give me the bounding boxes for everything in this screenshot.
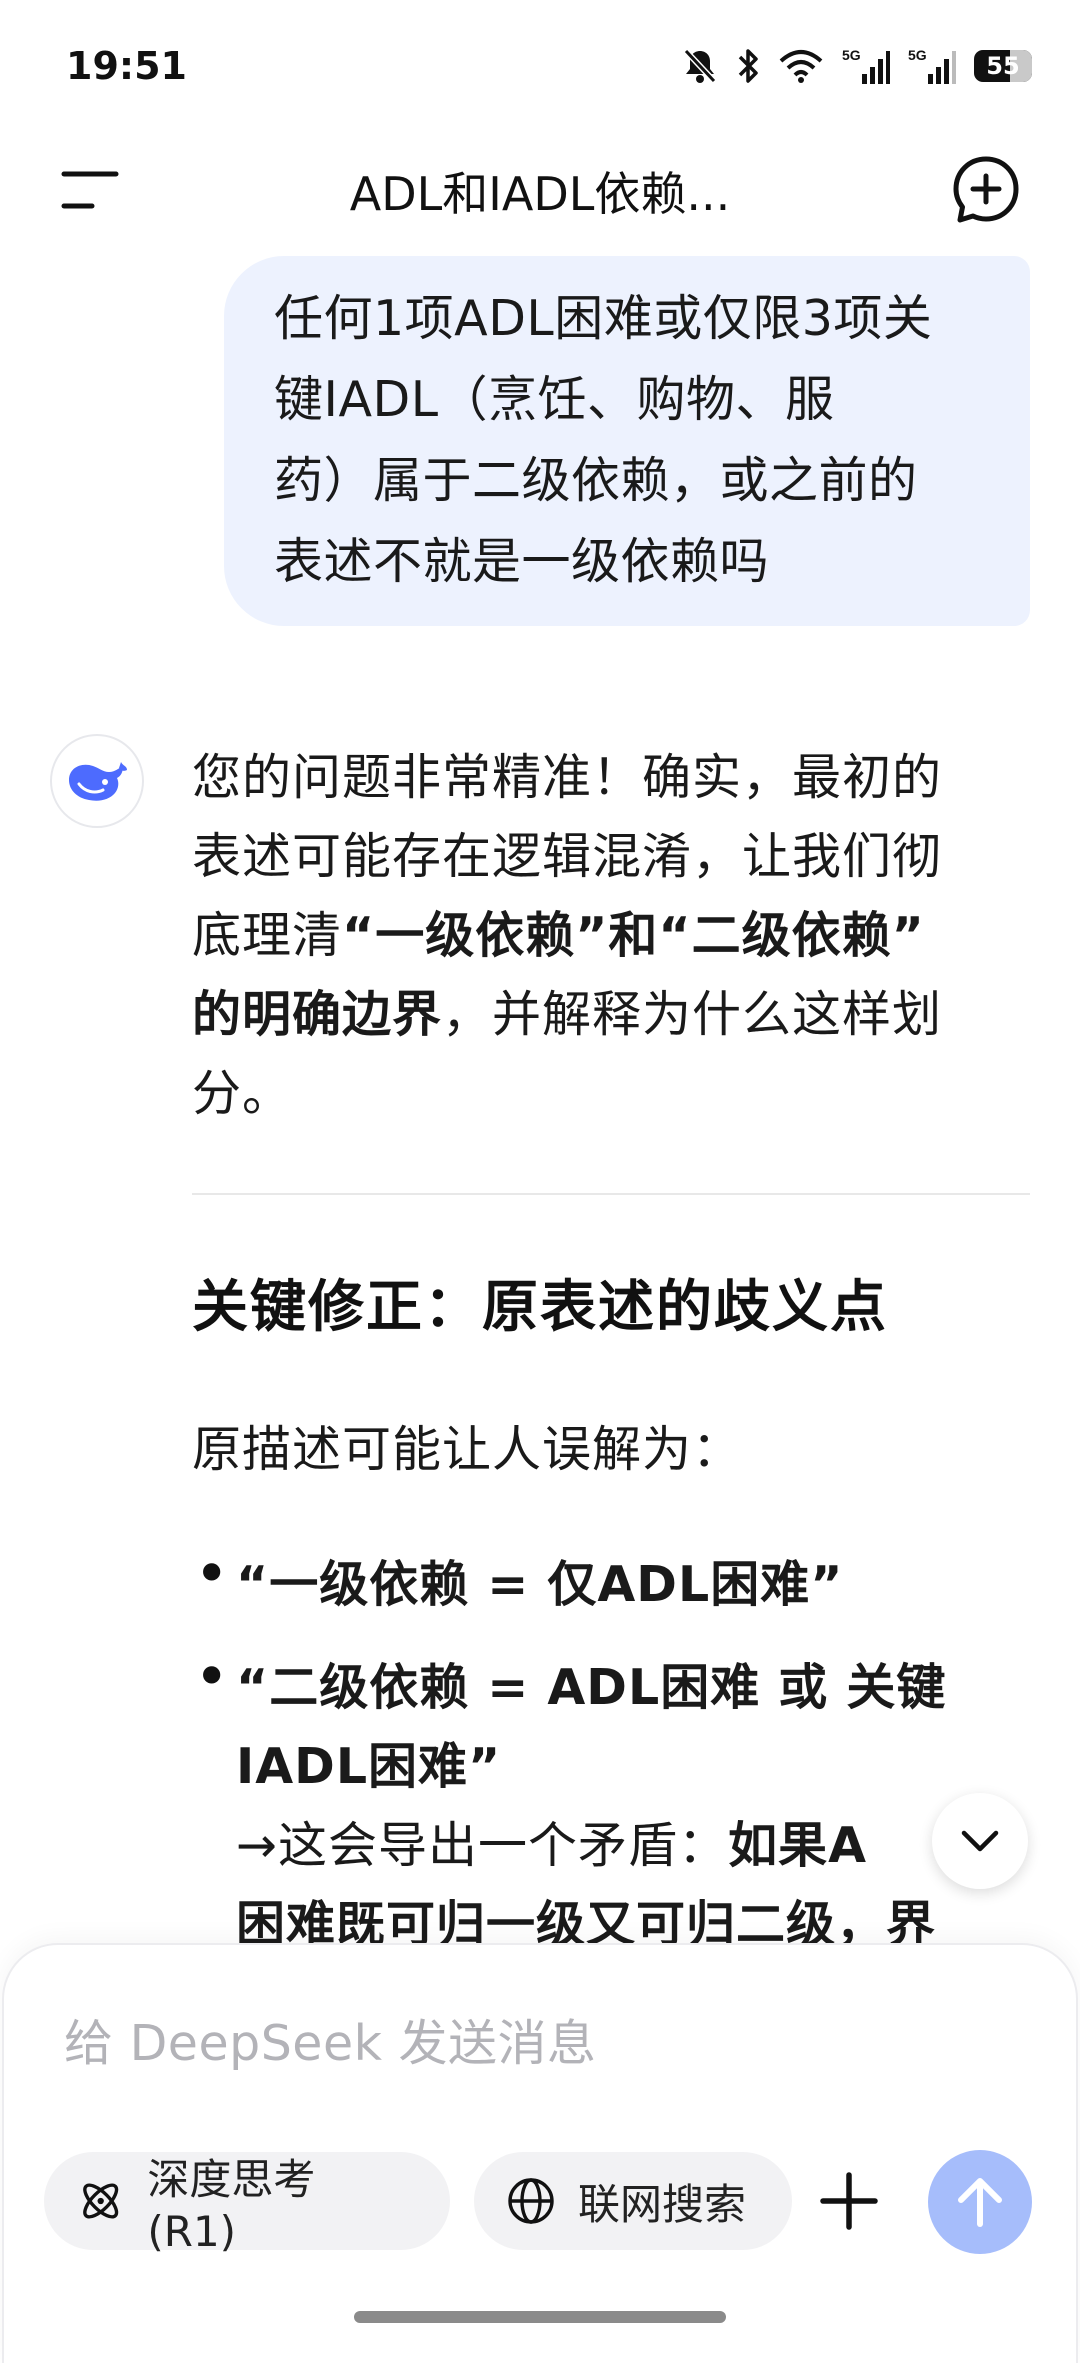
- intro-line: 的明确边界，并解释为什么这样划: [192, 975, 1032, 1054]
- intro-bold: “一级依赖”和“二级依赖”: [342, 907, 925, 964]
- plus-icon: [820, 2172, 878, 2230]
- new-chat-icon[interactable]: [950, 154, 1022, 226]
- svg-text:5G: 5G: [842, 47, 861, 63]
- menu-icon[interactable]: [58, 166, 122, 216]
- web-search-toggle[interactable]: 联网搜索: [474, 2152, 792, 2250]
- section-paragraph: 原描述可能让人误解为：: [192, 1421, 743, 1478]
- assistant-intro: 您的问题非常精准！确实，最初的 表述可能存在逻辑混淆，让我们彻 底理清“一级依赖…: [192, 738, 1032, 1133]
- user-message-bubble[interactable]: 任何1项ADL困难或仅限3项关 键IADL（烹饪、购物、服 药）属于二级依赖，或…: [224, 256, 1030, 626]
- web-search-label: 联网搜索: [578, 2179, 747, 2229]
- battery-level: 55: [986, 52, 1020, 80]
- intro-bold: 的明确边界: [192, 986, 443, 1043]
- bullet-text: “一级依赖 = 仅ADL困难”: [236, 1556, 844, 1613]
- status-time: 19:51: [66, 44, 187, 88]
- atom-icon: [83, 2183, 119, 2219]
- divider: [192, 1193, 1030, 1195]
- bullet-marker: •: [196, 1545, 229, 1602]
- bullet-text: IADL困难”: [236, 1738, 502, 1795]
- message-input[interactable]: 给 DeepSeek 发送消息: [64, 2004, 597, 2075]
- attach-plus-button[interactable]: [808, 2160, 890, 2242]
- intro-text: 底理清: [192, 907, 343, 964]
- deep-think-label: 深度思考 (R1): [147, 2155, 316, 2256]
- svg-text:5G: 5G: [908, 47, 927, 63]
- bullet-text: 如果A: [728, 1817, 867, 1874]
- chevron-down-icon: [961, 1830, 999, 1852]
- deepseek-whale-icon: [69, 762, 127, 801]
- intro-line: 您的问题非常精准！确实，最初的: [192, 749, 943, 806]
- intro-text: ，并解释为什么这样划: [442, 986, 943, 1043]
- deepseek-avatar: [50, 734, 144, 828]
- user-message-line: 表述不就是一级依赖吗: [274, 533, 770, 590]
- bluetooth-icon: [738, 49, 758, 83]
- send-button[interactable]: [928, 2150, 1032, 2254]
- list-item: “一级依赖 = 仅ADL困难”: [236, 1545, 1016, 1624]
- scroll-to-bottom-button[interactable]: [932, 1793, 1028, 1889]
- signal-5g-icon-2: 5G: [908, 47, 956, 84]
- intro-line: 表述可能存在逻辑混淆，让我们彻: [192, 828, 943, 885]
- arrow-up-icon: [958, 2178, 1002, 2227]
- bullet-text: →这会导出一个矛盾：: [236, 1817, 729, 1874]
- chat-title[interactable]: ADL和IADL依赖...: [200, 158, 880, 224]
- user-message-line: 任何1项ADL困难或仅限3项关: [274, 290, 933, 347]
- wifi-icon: [779, 50, 823, 83]
- battery-indicator: 55: [974, 50, 1032, 82]
- intro-line: 底理清“一级依赖”和“二级依赖”: [192, 896, 1032, 975]
- home-indicator[interactable]: [354, 2311, 726, 2323]
- signal-5g-icon: 5G: [842, 47, 890, 84]
- bullet-marker: •: [196, 1648, 229, 1705]
- section-heading: 关键修正：原表述的歧义点: [192, 1275, 888, 1340]
- bullet-text: “二级依赖 = ADL困难 或 关键: [236, 1659, 947, 1716]
- list-item: “二级依赖 = ADL困难 或 关键 IADL困难” →这会导出一个矛盾：如果A…: [236, 1648, 1016, 1964]
- mute-bell-icon: [683, 48, 717, 84]
- user-message-line: 药）属于二级依赖，或之前的: [274, 452, 918, 509]
- intro-line: 分。: [192, 1065, 293, 1122]
- deep-think-toggle[interactable]: 深度思考 (R1): [44, 2152, 450, 2256]
- user-message-line: 键IADL（烹饪、购物、服: [274, 371, 835, 428]
- status-icons: 5G 5G 55: [682, 46, 1032, 86]
- globe-icon: [508, 2178, 554, 2224]
